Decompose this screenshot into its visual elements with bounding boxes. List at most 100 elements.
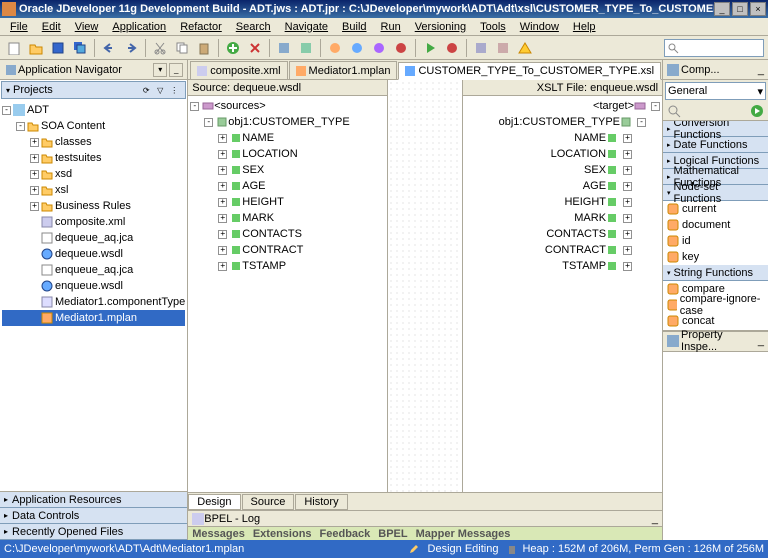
remove-button[interactable] xyxy=(245,38,265,58)
tree-node-enqueueaqjca[interactable]: enqueue_aq.jca xyxy=(2,262,185,278)
projects-filter-button[interactable]: ▽ xyxy=(153,83,167,97)
copy-button[interactable] xyxy=(172,38,192,58)
tree-node-xsl[interactable]: +xsl xyxy=(2,182,185,198)
fn-key[interactable]: key xyxy=(663,249,768,265)
src-height[interactable]: +HEIGHT xyxy=(190,194,385,210)
open-button[interactable] xyxy=(26,38,46,58)
src-tstamp[interactable]: +TSTAMP xyxy=(190,258,385,274)
log-minimize-button[interactable]: _ xyxy=(652,513,658,525)
paste-button[interactable] xyxy=(194,38,214,58)
menu-file[interactable]: File xyxy=(4,20,34,34)
projects-refresh-button[interactable]: ⟳ xyxy=(139,83,153,97)
palette-category-combo[interactable]: General▾ xyxy=(665,82,766,100)
src-mark[interactable]: +MARK xyxy=(190,210,385,226)
logtab-feedback[interactable]: Feedback xyxy=(320,528,371,540)
tree-node-mediator1comp[interactable]: Mediator1.componentType xyxy=(2,294,185,310)
menu-navigate[interactable]: Navigate xyxy=(279,20,334,34)
tab-customer[interactable]: CUSTOMER_TYPE_To_CUSTOMER_TYPE.xsl xyxy=(398,62,661,80)
tree-node-compositexml[interactable]: composite.xml xyxy=(2,214,185,230)
fn-document[interactable]: document xyxy=(663,217,768,233)
src-location[interactable]: +LOCATION xyxy=(190,146,385,162)
tgt-mark[interactable]: MARK+ xyxy=(465,210,660,226)
fn-id[interactable]: id xyxy=(663,233,768,249)
projects-menu-button[interactable]: ⋮ xyxy=(167,83,181,97)
src-custtype[interactable]: -obj1:CUSTOMER_TYPE xyxy=(190,114,385,130)
menu-search[interactable]: Search xyxy=(230,20,277,34)
search-icon[interactable] xyxy=(667,104,681,118)
minimize-button[interactable]: _ xyxy=(714,2,730,16)
src-root[interactable]: -<sources> xyxy=(190,98,385,114)
maximize-button[interactable]: □ xyxy=(732,2,748,16)
menu-help[interactable]: Help xyxy=(567,20,602,34)
panel-dropdown-button[interactable]: ▾ xyxy=(153,63,167,77)
search-box[interactable] xyxy=(664,39,764,57)
forward-icon[interactable] xyxy=(750,104,764,118)
projects-section[interactable]: ▾ Projects ⟳ ▽ ⋮ xyxy=(1,81,186,99)
tgt-contacts[interactable]: CONTACTS+ xyxy=(465,226,660,242)
menu-run[interactable]: Run xyxy=(375,20,407,34)
mapping-canvas[interactable] xyxy=(388,80,462,492)
trash-icon[interactable] xyxy=(506,543,518,555)
project-tree[interactable]: -ADT -SOA Content +classes +testsuites +… xyxy=(0,100,187,491)
tgt-name[interactable]: NAME+ xyxy=(465,130,660,146)
redo-button[interactable] xyxy=(121,38,141,58)
undo-button[interactable] xyxy=(99,38,119,58)
tgt-root[interactable]: <target>- xyxy=(465,98,660,114)
source-tree[interactable]: -<sources> -obj1:CUSTOMER_TYPE +NAME +LO… xyxy=(188,96,387,492)
save-button[interactable] xyxy=(48,38,68,58)
logtab-bpel[interactable]: BPEL xyxy=(378,528,407,540)
tgt-sex[interactable]: SEX+ xyxy=(465,162,660,178)
section-string[interactable]: String Functions xyxy=(663,265,768,281)
cut-button[interactable] xyxy=(150,38,170,58)
close-button[interactable]: × xyxy=(750,2,766,16)
tree-node-xsd[interactable]: +xsd xyxy=(2,166,185,182)
tree-node-mediator1mplan[interactable]: Mediator1.mplan xyxy=(2,310,185,326)
new-button[interactable] xyxy=(4,38,24,58)
tree-node-dequeuewsdl[interactable]: dequeue.wsdl xyxy=(2,246,185,262)
logtab-messages[interactable]: Messages xyxy=(192,528,245,540)
tb-btn-h[interactable] xyxy=(493,38,513,58)
tb-btn-f[interactable] xyxy=(391,38,411,58)
section-recent-files[interactable]: Recently Opened Files xyxy=(0,524,187,540)
menu-refactor[interactable]: Refactor xyxy=(174,20,228,34)
menu-application[interactable]: Application xyxy=(106,20,172,34)
tb-btn-e[interactable] xyxy=(369,38,389,58)
section-data-controls[interactable]: Data Controls xyxy=(0,508,187,524)
section-app-resources[interactable]: Application Resources xyxy=(0,492,187,508)
tgt-contract[interactable]: CONTRACT+ xyxy=(465,242,660,258)
menu-view[interactable]: View xyxy=(69,20,105,34)
menu-build[interactable]: Build xyxy=(336,20,372,34)
tb-btn-a[interactable] xyxy=(274,38,294,58)
btab-history[interactable]: History xyxy=(295,494,347,510)
debug-button[interactable] xyxy=(442,38,462,58)
section-nodeset[interactable]: Node-set Functions xyxy=(663,185,768,201)
fn-compare-ic[interactable]: compare-ignore-case xyxy=(663,297,768,313)
section-conversion[interactable]: Conversion Functions xyxy=(663,121,768,137)
tb-btn-c[interactable] xyxy=(325,38,345,58)
tgt-tstamp[interactable]: TSTAMP+ xyxy=(465,258,660,274)
tree-node-soa[interactable]: -SOA Content xyxy=(2,118,185,134)
menu-edit[interactable]: Edit xyxy=(36,20,67,34)
tree-node-testsuites[interactable]: +testsuites xyxy=(2,150,185,166)
tree-node-dequeueaqjca[interactable]: dequeue_aq.jca xyxy=(2,230,185,246)
menu-tools[interactable]: Tools xyxy=(474,20,512,34)
src-sex[interactable]: +SEX xyxy=(190,162,385,178)
tab-composite[interactable]: composite.xml xyxy=(190,61,287,79)
tb-btn-d[interactable] xyxy=(347,38,367,58)
run-button[interactable] xyxy=(420,38,440,58)
tb-btn-g[interactable] xyxy=(471,38,491,58)
src-contacts[interactable]: +CONTACTS xyxy=(190,226,385,242)
tb-btn-b[interactable] xyxy=(296,38,316,58)
logtab-mapper[interactable]: Mapper Messages xyxy=(416,528,511,540)
warning-button[interactable] xyxy=(515,38,535,58)
panel-minimize-button[interactable]: _ xyxy=(169,63,183,77)
src-name[interactable]: +NAME xyxy=(190,130,385,146)
tree-node-adt[interactable]: -ADT xyxy=(2,102,185,118)
tgt-height[interactable]: HEIGHT+ xyxy=(465,194,660,210)
tgt-custtype[interactable]: obj1:CUSTOMER_TYPE- xyxy=(465,114,660,130)
tgt-location[interactable]: LOCATION+ xyxy=(465,146,660,162)
src-age[interactable]: +AGE xyxy=(190,178,385,194)
menu-window[interactable]: Window xyxy=(514,20,565,34)
palette-minimize-button[interactable]: _ xyxy=(758,64,764,76)
add-button[interactable] xyxy=(223,38,243,58)
